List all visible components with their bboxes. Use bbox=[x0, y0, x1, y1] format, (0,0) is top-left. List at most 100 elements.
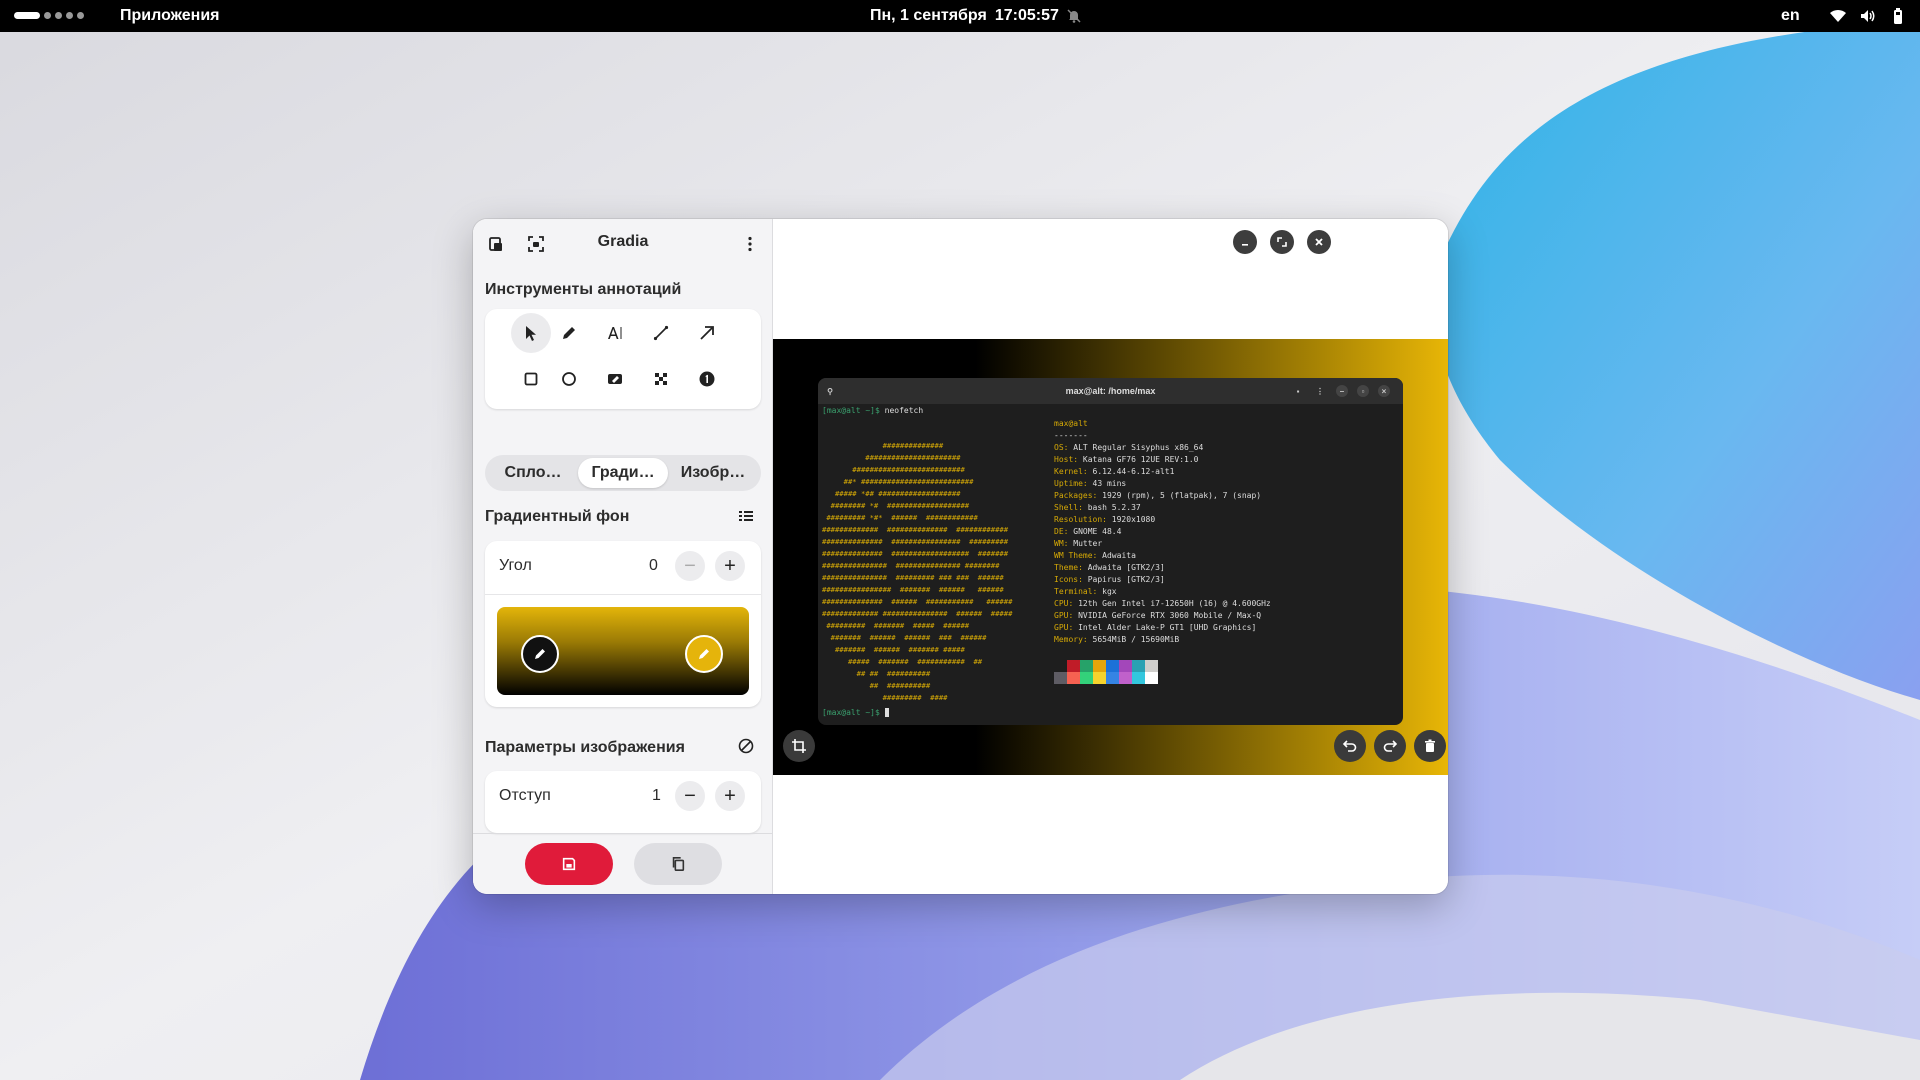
info-value: 5654MiB / 15690MiB bbox=[1092, 635, 1180, 644]
info-row: Packages: 1929 (rpm), 5 (flatpak), 7 (sn… bbox=[1054, 490, 1271, 502]
redo-button[interactable] bbox=[1374, 730, 1406, 762]
tool-arrow[interactable] bbox=[687, 313, 727, 353]
palette-swatch bbox=[1054, 660, 1067, 672]
info-value: Adwaita bbox=[1102, 551, 1136, 560]
minus-icon: − bbox=[684, 784, 696, 807]
workspace-indicator[interactable] bbox=[14, 12, 84, 19]
reset-image-params-button[interactable] bbox=[729, 729, 763, 763]
close-icon: × bbox=[1378, 385, 1390, 397]
annotation-tools-card bbox=[485, 309, 761, 409]
minimize-icon bbox=[1242, 244, 1248, 246]
wifi-icon bbox=[1830, 9, 1846, 22]
angle-value: 0 bbox=[649, 557, 658, 574]
tab-image[interactable]: Изобр… bbox=[668, 458, 758, 488]
tool-circle[interactable] bbox=[549, 359, 589, 399]
padding-decrease-button[interactable]: − bbox=[675, 781, 705, 811]
info-row: WM: Mutter bbox=[1054, 538, 1271, 550]
keyboard-layout-indicator[interactable]: en bbox=[1781, 7, 1800, 25]
gradient-start-color-button[interactable] bbox=[521, 635, 559, 673]
palette-swatch bbox=[1106, 672, 1119, 684]
info-key: Uptime: bbox=[1054, 479, 1093, 488]
system-menu[interactable] bbox=[1829, 7, 1907, 25]
maximize-button[interactable] bbox=[1270, 230, 1294, 254]
tool-rectangle[interactable] bbox=[511, 359, 551, 399]
palette-swatch bbox=[1119, 660, 1132, 672]
tool-text[interactable] bbox=[595, 313, 635, 353]
info-key: DE: bbox=[1054, 527, 1074, 536]
clock[interactable]: Пн, 1 сентября 17:05:57 bbox=[870, 7, 1059, 25]
volume-icon bbox=[1861, 10, 1875, 22]
gradient-end-color-button[interactable] bbox=[685, 635, 723, 673]
new-tab-icon: ▪ bbox=[1296, 386, 1300, 396]
trash-icon bbox=[1425, 739, 1435, 752]
separator: ------- bbox=[1054, 431, 1088, 440]
palette-swatch bbox=[1067, 672, 1080, 684]
text-icon bbox=[608, 327, 622, 339]
undo-icon bbox=[1342, 740, 1357, 752]
info-key: CPU: bbox=[1054, 599, 1079, 608]
maximize-icon: ▫ bbox=[1357, 385, 1369, 397]
delete-button[interactable] bbox=[1414, 730, 1446, 762]
image-preview[interactable]: ⚲ max@alt: /home/max ▪ ⋮ – ▫ × [max@alt … bbox=[773, 339, 1448, 775]
angle-increase-button[interactable]: + bbox=[715, 551, 745, 581]
tool-highlighter[interactable] bbox=[595, 359, 635, 399]
pixelate-icon bbox=[655, 373, 667, 385]
close-button[interactable] bbox=[1307, 230, 1331, 254]
padding-increase-button[interactable]: + bbox=[715, 781, 745, 811]
terminal-screenshot: ⚲ max@alt: /home/max ▪ ⋮ – ▫ × [max@alt … bbox=[818, 378, 1403, 725]
system-info: max@alt ------- OS: ALT Regular Sisyphus x… bbox=[1054, 418, 1271, 646]
info-row: WM Theme: Adwaita bbox=[1054, 550, 1271, 562]
palette-swatch bbox=[1132, 660, 1145, 672]
command: neofetch bbox=[884, 406, 924, 415]
info-key: Kernel: bbox=[1054, 467, 1093, 476]
info-key: Icons: bbox=[1054, 575, 1088, 584]
info-value: NVIDIA GeForce RTX 3060 Mobile / Max-Q bbox=[1078, 611, 1262, 620]
tab-solid[interactable]: Спло… bbox=[488, 458, 578, 488]
info-key: OS: bbox=[1054, 443, 1074, 452]
menu-icon: ⋮ bbox=[1316, 386, 1324, 396]
info-row: CPU: 12th Gen Intel i7-12650H (16) @ 4.6… bbox=[1054, 598, 1271, 610]
info-key: GPU: bbox=[1054, 611, 1079, 620]
tool-pen[interactable] bbox=[549, 313, 589, 353]
gradient-presets-button[interactable] bbox=[729, 499, 763, 533]
info-value: Katana GF76 12UE REV:1.0 bbox=[1082, 455, 1199, 464]
palette-swatch bbox=[1054, 672, 1067, 684]
info-value: 1920x1080 bbox=[1111, 515, 1156, 524]
info-value: Adwaita [GTK2/3] bbox=[1087, 563, 1165, 572]
terminal-command-line: [max@alt ~]$ neofetch bbox=[822, 406, 923, 415]
palette-swatch bbox=[1080, 672, 1093, 684]
circle-icon bbox=[562, 372, 576, 386]
info-row: Memory: 5654MiB / 15690MiB bbox=[1054, 634, 1271, 646]
save-button[interactable] bbox=[525, 843, 613, 885]
tool-number[interactable] bbox=[687, 359, 727, 399]
plus-icon: + bbox=[724, 784, 736, 807]
tab-gradient[interactable]: Гради… bbox=[578, 458, 668, 488]
highlighter-icon bbox=[608, 374, 622, 384]
close-icon bbox=[1315, 238, 1323, 246]
select-icon bbox=[526, 326, 536, 341]
palette-swatch bbox=[1067, 660, 1080, 672]
info-row: Resolution: 1920x1080 bbox=[1054, 514, 1271, 526]
copy-button[interactable] bbox=[634, 843, 722, 885]
info-key: Packages: bbox=[1054, 491, 1103, 500]
minimize-button[interactable] bbox=[1233, 230, 1257, 254]
info-row: Host: Katana GF76 12UE REV:1.0 bbox=[1054, 454, 1271, 466]
image-params-card: Отступ 1 − + bbox=[485, 771, 761, 833]
info-value: bash 5.2.37 bbox=[1087, 503, 1141, 512]
applications-button[interactable]: Приложения bbox=[120, 7, 220, 25]
tool-pixelate[interactable] bbox=[641, 359, 681, 399]
main-menu-button[interactable] bbox=[733, 227, 767, 261]
terminal-titlebar: ⚲ max@alt: /home/max ▪ ⋮ – ▫ × bbox=[818, 378, 1403, 404]
tool-select[interactable] bbox=[511, 313, 551, 353]
info-value: ALT Regular Sisyphus x86_64 bbox=[1073, 443, 1204, 452]
info-key: Host: bbox=[1054, 455, 1083, 464]
terminal-prompt-line: [max@alt ~]$ bbox=[822, 708, 890, 717]
crop-button[interactable] bbox=[783, 730, 815, 762]
copy-icon bbox=[672, 856, 685, 872]
angle-decrease-button[interactable]: − bbox=[675, 551, 705, 581]
palette-swatch bbox=[1145, 672, 1158, 684]
pencil-icon bbox=[535, 649, 545, 659]
info-value: 43 mins bbox=[1092, 479, 1127, 488]
undo-button[interactable] bbox=[1334, 730, 1366, 762]
tool-line[interactable] bbox=[641, 313, 681, 353]
